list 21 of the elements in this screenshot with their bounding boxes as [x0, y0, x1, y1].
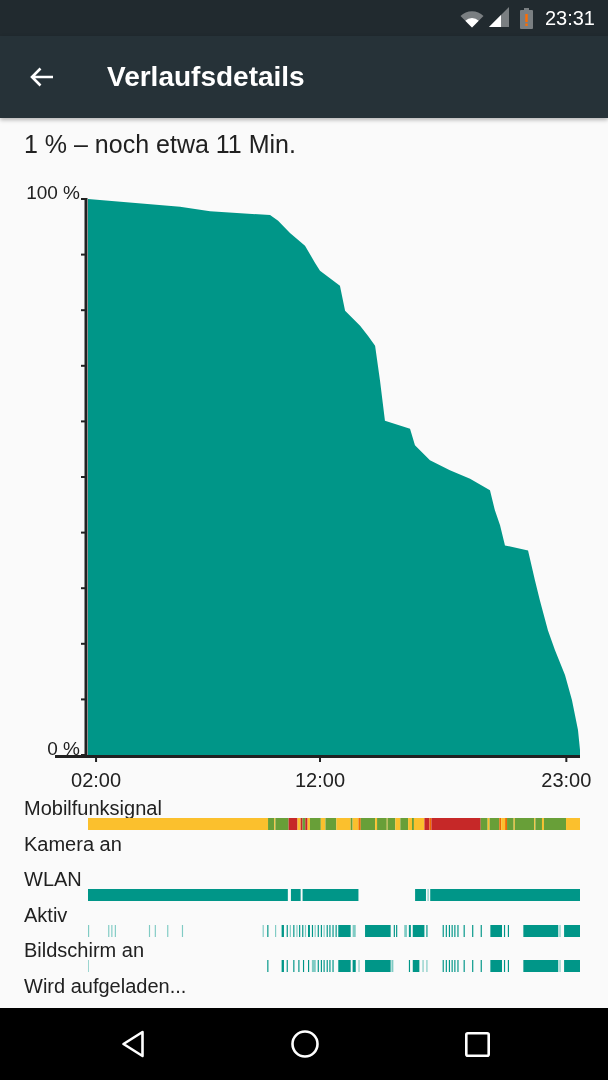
track-label: Kamera an [24, 833, 122, 854]
time-label: 23:00 [541, 769, 592, 791]
triangle-back-icon [121, 1030, 145, 1058]
track-label: Mobilfunksignal [24, 798, 162, 818]
time-label: 02:00 [71, 769, 122, 791]
battery-summary: 1 % – noch etwa 11 Min. [24, 130, 296, 158]
axis-label: 100 % [26, 182, 80, 203]
wifi-icon [459, 8, 484, 28]
track-label: WLAN [24, 869, 82, 890]
circle-home-icon [291, 1030, 319, 1058]
screen-title: Verlaufsdetails [107, 60, 305, 94]
axis-label: 0 % [47, 738, 80, 759]
cell-signal-icon [488, 7, 509, 27]
status-time: 23:31 [544, 6, 595, 30]
time-label: 12:00 [294, 769, 346, 791]
track-label: Aktiv [24, 904, 68, 925]
battery-alert-icon [519, 7, 533, 29]
track-label: Bildschirm an [24, 940, 145, 961]
arrow-left-icon [30, 67, 54, 87]
track-label: Wird aufgeladen... [24, 975, 187, 996]
square-recents-icon [464, 1031, 490, 1057]
